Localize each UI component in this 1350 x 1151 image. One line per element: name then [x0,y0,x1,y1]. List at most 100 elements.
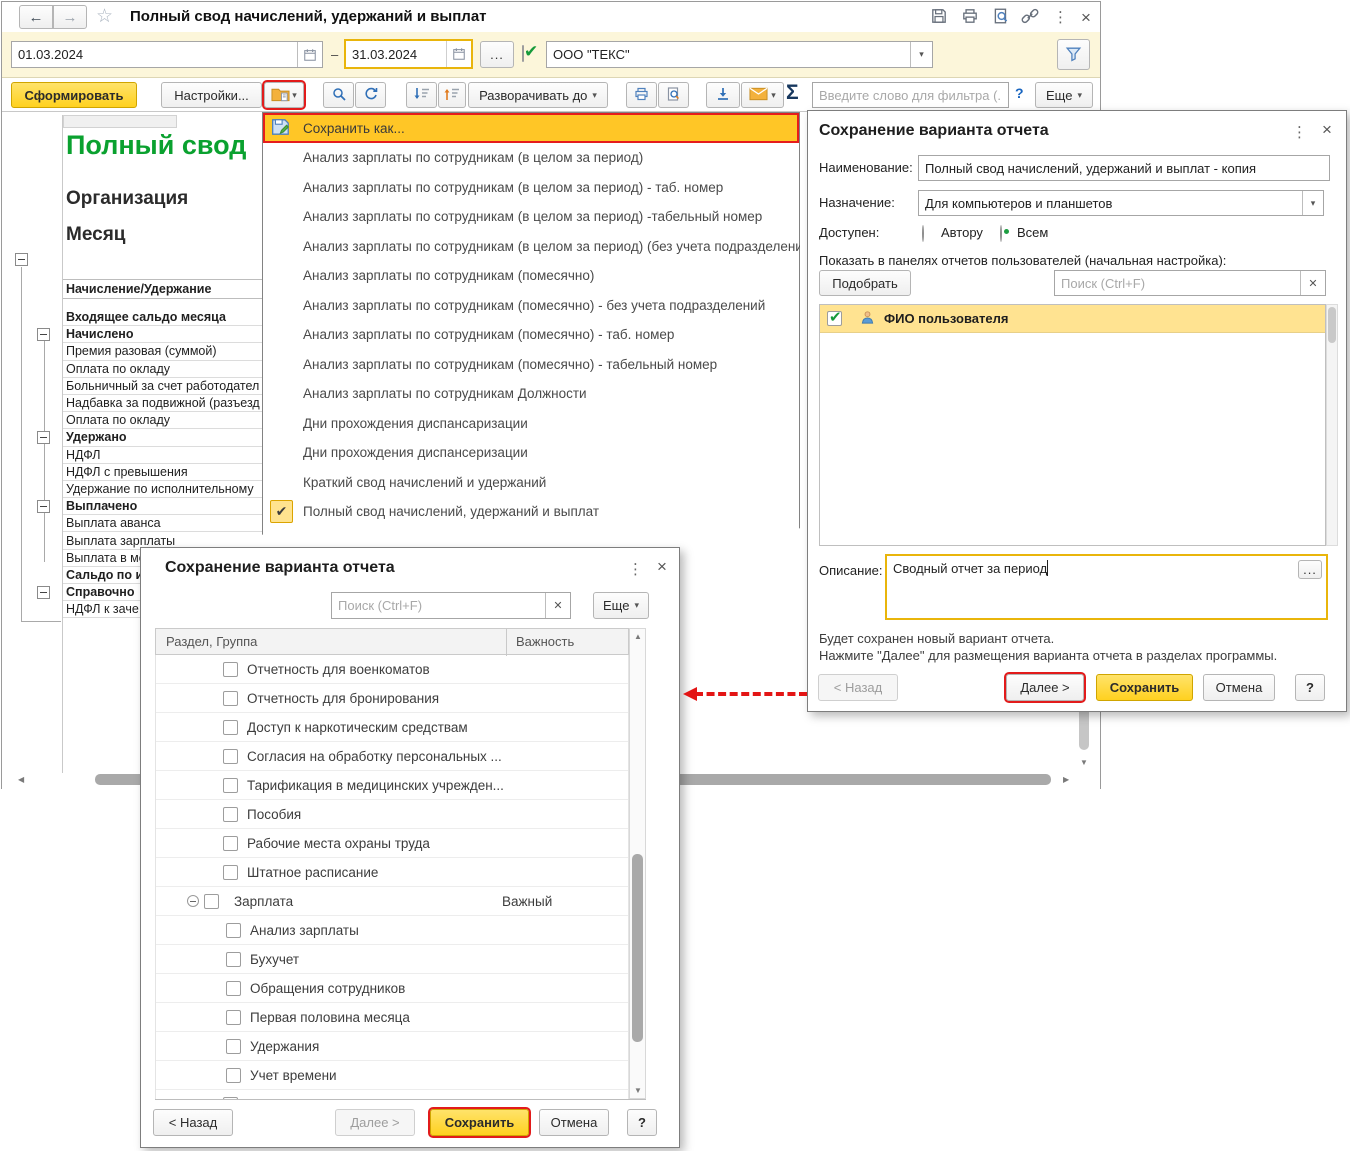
send-email-button[interactable]: ▾ [741,82,784,108]
report-row[interactable]: НДФЛ [63,447,264,464]
pick-users-button[interactable]: Подобрать [819,270,911,296]
section-row[interactable]: Учет времени [156,1061,628,1090]
save-to-file-button[interactable] [706,82,740,108]
section-checkbox[interactable] [226,1038,241,1054]
report-column-header[interactable]: Начисление/Удержание [63,279,264,299]
cancel-button[interactable]: Отмена [539,1109,609,1136]
chevron-down-icon[interactable]: ▾ [1302,191,1323,215]
next-button[interactable]: Далее > [1004,672,1086,703]
section-row[interactable]: Зарплата Важный [156,887,628,916]
row-expander-icon[interactable] [37,431,50,445]
section-checkbox[interactable] [226,980,241,996]
save-icon[interactable] [930,7,948,28]
section-row[interactable]: Бухучет [156,945,628,974]
users-scroll-thumb[interactable] [1328,307,1336,343]
section-row[interactable]: Обращения сотрудников [156,974,628,1003]
section-checkbox[interactable] [226,922,241,938]
description-textarea[interactable]: Сводный отчет за период ... [885,554,1328,620]
section-checkbox[interactable] [226,1009,241,1025]
menu-item[interactable]: ✔ Анализ зарплаты по сотрудникам (помеся… [263,350,799,380]
expand-groups-button[interactable] [438,82,466,108]
print-preview-icon[interactable] [992,7,1010,28]
menu-item[interactable]: ✔ Анализ зарплаты по сотрудникам Должнос… [263,379,799,409]
users-search-value[interactable] [1055,271,1300,295]
scroll-up-icon[interactable]: ▲ [634,633,642,641]
row-expander-icon[interactable] [37,328,50,342]
toolbar-preview-button[interactable] [658,82,689,108]
section-row[interactable]: Анализ зарплаты [156,916,628,945]
section-checkbox[interactable] [223,806,238,822]
menu-item[interactable]: ✔ Анализ зарплаты по сотрудникам (в цело… [263,173,799,203]
report-outer-expander[interactable] [15,253,28,266]
dialog-close-icon[interactable]: × [657,558,667,575]
window-close-icon[interactable]: × [1081,9,1091,26]
dialog-more-icon[interactable]: ⋮ [628,560,643,578]
settings-button[interactable]: Настройки... [161,82,262,108]
section-checkbox[interactable] [204,893,219,909]
section-checkbox[interactable] [223,719,238,735]
back-button[interactable]: < Назад [153,1109,233,1136]
section-row[interactable]: Доступ к наркотическим средствам [156,713,628,742]
next-button[interactable]: Далее > [335,1109,415,1136]
report-row[interactable]: Больничный за счет работодател [63,378,264,395]
scroll-down-icon[interactable]: ▼ [1080,759,1088,767]
purpose-combo[interactable]: ▾ [918,190,1324,216]
access-author-radio[interactable] [922,225,924,242]
row-expander-icon[interactable] [37,586,50,599]
sections-search-value[interactable] [332,593,545,618]
menu-item[interactable]: ✔ Анализ зарплаты по сотрудникам (в цело… [263,143,799,173]
section-row[interactable]: Удержания [156,1032,628,1061]
scroll-left-icon[interactable]: ◀ [18,776,24,784]
name-input[interactable] [918,155,1330,181]
section-checkbox[interactable] [223,864,238,880]
section-row[interactable]: Отчетность для военкоматов [156,655,628,684]
generate-button[interactable]: Сформировать [11,82,137,108]
row-expander-icon[interactable] [37,500,50,514]
sections-scrollbar[interactable]: ▲ ▼ [629,628,646,1099]
favorite-star-icon[interactable]: ☆ [96,5,113,28]
report-row[interactable]: Удержание по исполнительному [63,481,264,499]
expand-to-button[interactable]: Разворачивать до ▾ [468,82,608,108]
refresh-button[interactable] [355,82,386,108]
date-from-value[interactable] [12,42,297,67]
help-button[interactable]: ? [1295,674,1325,701]
section-checkbox[interactable] [223,661,238,677]
help-icon[interactable]: ? [1015,85,1024,101]
menu-item[interactable]: ✔ Полный свод начислений, удержаний и вы… [263,497,799,527]
menu-item[interactable]: ✔ Краткий свод начислений и удержаний [263,468,799,498]
save-button[interactable]: Сохранить [1096,674,1193,701]
purpose-value[interactable] [919,191,1302,215]
toolbar-more-button[interactable]: Еще ▾ [1035,82,1093,108]
report-variants-button[interactable]: ▾ [262,80,306,110]
section-checkbox[interactable] [223,777,238,793]
dialog-more-icon[interactable]: ⋮ [1292,123,1307,141]
date-to-value[interactable] [346,41,446,67]
chevron-down-icon[interactable]: ▾ [910,42,932,67]
scroll-right-icon[interactable]: ▶ [1063,776,1069,784]
menu-item[interactable]: ✔ Анализ зарплаты по сотрудникам (помеся… [263,291,799,321]
section-checkbox[interactable] [226,951,241,967]
sections-scroll-thumb[interactable] [632,854,643,1042]
section-row[interactable]: Штатное расписание [156,858,628,887]
menu-item[interactable]: ✔ Анализ зарплаты по сотрудникам (помеся… [263,261,799,291]
section-checkbox[interactable] [223,835,238,851]
clear-search-icon[interactable]: ✕ [545,593,570,618]
menu-item[interactable]: ✔ Анализ зарплаты по сотрудникам (в цело… [263,202,799,232]
report-row[interactable]: Входящее сальдо месяца [63,309,264,327]
organization-checkbox[interactable] [522,45,524,62]
section-row[interactable]: Первая половина месяца [156,1003,628,1032]
section-row[interactable]: Рабочие места охраны труда [156,829,628,858]
report-row[interactable]: НДФЛ с превышения [63,464,264,481]
date-from-input[interactable] [11,41,323,68]
report-row[interactable]: Начислено [37,326,264,344]
print-icon[interactable] [961,7,979,28]
section-checkbox[interactable] [223,690,238,706]
help-button[interactable]: ? [627,1109,657,1136]
menu-item[interactable]: ✔ Дни прохождения диспансеризации [263,438,799,468]
scroll-down-icon[interactable]: ▼ [634,1087,642,1095]
report-row[interactable]: Выплачено [37,498,264,516]
section-row[interactable]: Согласия на обработку персональных ... [156,742,628,771]
date-to-input[interactable] [344,39,473,69]
toolbar-print-button[interactable] [626,82,657,108]
report-row[interactable]: Надбавка за подвижной (разъезд [63,395,264,413]
